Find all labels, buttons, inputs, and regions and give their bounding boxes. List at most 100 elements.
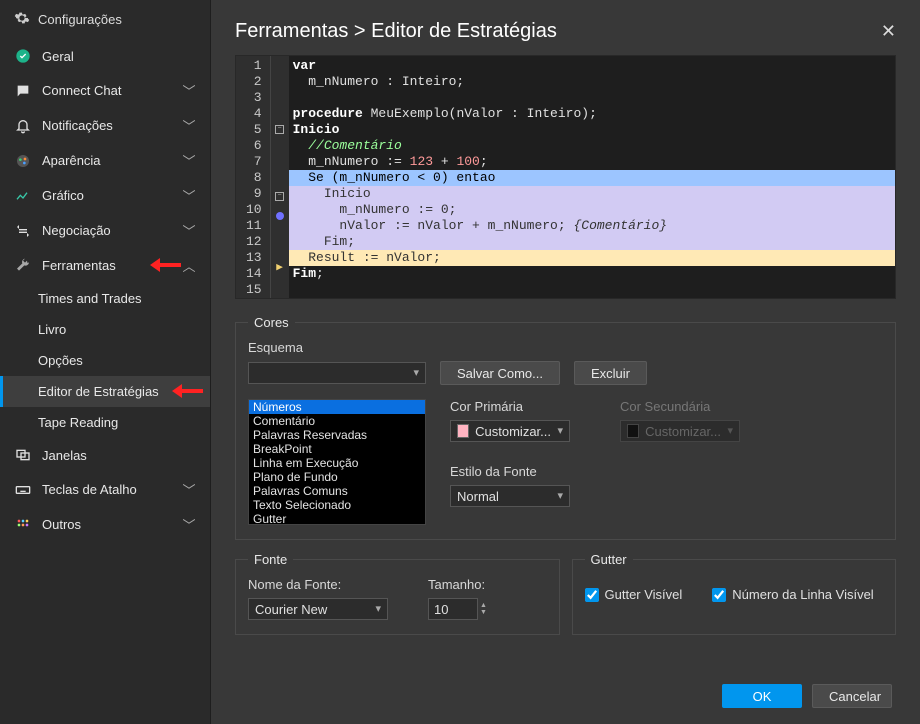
sidebar-item-label: Ferramentas: [42, 258, 172, 273]
fonte-group: Fonte Nome da Fonte: Courier New Tamanho…: [235, 552, 560, 635]
breadcrumb: Ferramentas > Editor de Estratégias: [235, 20, 557, 43]
chevron-down-icon: ﹀: [182, 221, 196, 240]
estilo-label: Estilo da Fonte: [450, 464, 740, 479]
fonte-legend: Fonte: [248, 552, 293, 567]
code-preview: 123456789101112131415 −−▶ var m_nNumero …: [235, 55, 896, 299]
nome-fonte-label: Nome da Fonte:: [248, 577, 388, 592]
gutter-visible-check[interactable]: Gutter Visível: [585, 587, 683, 602]
gutter-group: Gutter Gutter Visível Número da Linha Vi…: [572, 552, 897, 635]
sidebar-subitem-livro[interactable]: Livro: [0, 314, 210, 345]
sidebar-subitem-editor-de-estratégias[interactable]: Editor de Estratégias: [0, 376, 210, 407]
gutter-visible-label: Gutter Visível: [605, 587, 683, 602]
excluir-button[interactable]: Excluir: [574, 361, 647, 385]
estilo-value: Normal: [457, 489, 499, 504]
cancelar-button[interactable]: Cancelar: [812, 684, 892, 708]
estilo-combo[interactable]: Normal: [450, 485, 570, 507]
sidebar-item-geral[interactable]: Geral: [0, 39, 210, 73]
gear-icon: [14, 10, 30, 29]
chart-icon: [14, 187, 32, 205]
listbox-option[interactable]: Números: [249, 400, 425, 414]
cor-secundaria-label: Cor Secundária: [620, 399, 740, 414]
sidebar-item-notificações[interactable]: Notificações﹀: [0, 108, 210, 143]
listbox-option[interactable]: BreakPoint: [249, 442, 425, 456]
sidebar-item-label: Aparência: [42, 153, 172, 168]
sidebar: Configurações Geral Connect Chat ﹀ Notifica…: [0, 0, 210, 724]
sidebar-item-label: Negociação: [42, 223, 172, 238]
sidebar-item-label: Notificações: [42, 118, 172, 133]
cor-secundaria-value: Customizar...: [645, 424, 721, 439]
salvar-como-button[interactable]: Salvar Como...: [440, 361, 560, 385]
line-number-input[interactable]: [712, 588, 726, 602]
wrench-icon: [14, 257, 32, 275]
sidebar-item-label: Editor de Estratégias: [38, 384, 196, 399]
sidebar-item-label: Gráfico: [42, 188, 172, 203]
sidebar-item-label: Times and Trades: [38, 291, 196, 306]
sidebar-subitem-opções[interactable]: Opções: [0, 345, 210, 376]
listbox-option[interactable]: Gutter: [249, 512, 425, 525]
code-body: var m_nNumero : Inteiro;procedure MeuExe…: [289, 56, 895, 298]
sidebar-item-outros[interactable]: Outros ﹀: [0, 507, 210, 542]
sidebar-item-negociação[interactable]: Negociação ﹀: [0, 213, 210, 248]
sidebar-item-label: Outros: [42, 517, 172, 532]
sidebar-item-teclas-de-atalho[interactable]: Teclas de Atalho ﹀: [0, 472, 210, 507]
esquema-combo[interactable]: [248, 362, 426, 384]
palette-icon: [14, 152, 32, 170]
windows-icon: [14, 446, 32, 464]
listbox-option[interactable]: Palavras Reservadas: [249, 428, 425, 442]
dialog-footer: OK Cancelar: [235, 672, 896, 708]
listbox-option[interactable]: Linha em Execução: [249, 456, 425, 470]
gutter-visible-input[interactable]: [585, 588, 599, 602]
cor-primaria-combo[interactable]: Customizar...: [450, 420, 570, 442]
fold-gutter: −−▶: [271, 56, 289, 298]
chevron-down-icon: ﹀: [182, 81, 196, 100]
keyboard-icon: [14, 481, 32, 499]
cor-secundaria-combo: Customizar...: [620, 420, 740, 442]
trade-icon: [14, 222, 32, 240]
tamanho-spinner[interactable]: 10: [428, 598, 478, 620]
main-panel: Ferramentas > Editor de Estratégias ✕ 12…: [210, 0, 920, 724]
sidebar-item-label: Livro: [38, 322, 196, 337]
nome-fonte-value: Courier New: [255, 602, 327, 617]
spinner-arrows[interactable]: ▲▼: [480, 602, 487, 616]
cor-primaria-swatch: [457, 424, 469, 438]
sidebar-item-label: Opções: [38, 353, 196, 368]
sidebar-item-connect-chat[interactable]: Connect Chat ﹀: [0, 73, 210, 108]
chat-icon: [14, 82, 32, 100]
sidebar-subitem-tape-reading[interactable]: Tape Reading: [0, 407, 210, 438]
cor-primaria-value: Customizar...: [475, 424, 551, 439]
sidebar-item-aparência[interactable]: Aparência﹀: [0, 143, 210, 178]
listbox-option[interactable]: Texto Selecionado: [249, 498, 425, 512]
chevron-up-icon: ︿: [182, 256, 196, 275]
sidebar-item-janelas[interactable]: Janelas: [0, 438, 210, 472]
cores-legend: Cores: [248, 315, 295, 330]
nome-fonte-combo[interactable]: Courier New: [248, 598, 388, 620]
sidebar-item-label: Geral: [42, 49, 196, 64]
tamanho-label: Tamanho:: [428, 577, 487, 592]
line-number-label: Número da Linha Visível: [732, 587, 873, 602]
line-gutter: 123456789101112131415: [236, 56, 271, 298]
sidebar-item-ferramentas[interactable]: Ferramentas ︿: [0, 248, 210, 283]
cores-group: Cores Esquema Salvar Como... Excluir Núm…: [235, 315, 896, 540]
cor-primaria-label: Cor Primária: [450, 399, 570, 414]
sidebar-title: Configurações: [38, 12, 122, 27]
close-button[interactable]: ✕: [881, 21, 896, 42]
sidebar-item-label: Connect Chat: [42, 83, 172, 98]
listbox-option[interactable]: Plano de Fundo: [249, 470, 425, 484]
gutter-legend: Gutter: [585, 552, 633, 567]
chevron-down-icon: ﹀: [182, 480, 196, 499]
bell-icon: [14, 117, 32, 135]
elements-listbox[interactable]: NúmerosComentárioPalavras ReservadasBrea…: [248, 399, 426, 525]
sidebar-subitem-times-and-trades[interactable]: Times and Trades: [0, 283, 210, 314]
chevron-down-icon: ﹀: [182, 515, 196, 534]
sidebar-item-label: Janelas: [42, 448, 196, 463]
listbox-option[interactable]: Comentário: [249, 414, 425, 428]
chevron-down-icon: ﹀: [182, 186, 196, 205]
ok-button[interactable]: OK: [722, 684, 802, 708]
grid-icon: [14, 516, 32, 534]
sidebar-item-label: Teclas de Atalho: [42, 482, 172, 497]
sidebar-item-gráfico[interactable]: Gráfico ﹀: [0, 178, 210, 213]
listbox-option[interactable]: Palavras Comuns: [249, 484, 425, 498]
esquema-label: Esquema: [248, 340, 740, 355]
tamanho-value: 10: [434, 602, 448, 617]
line-number-check[interactable]: Número da Linha Visível: [712, 587, 873, 602]
